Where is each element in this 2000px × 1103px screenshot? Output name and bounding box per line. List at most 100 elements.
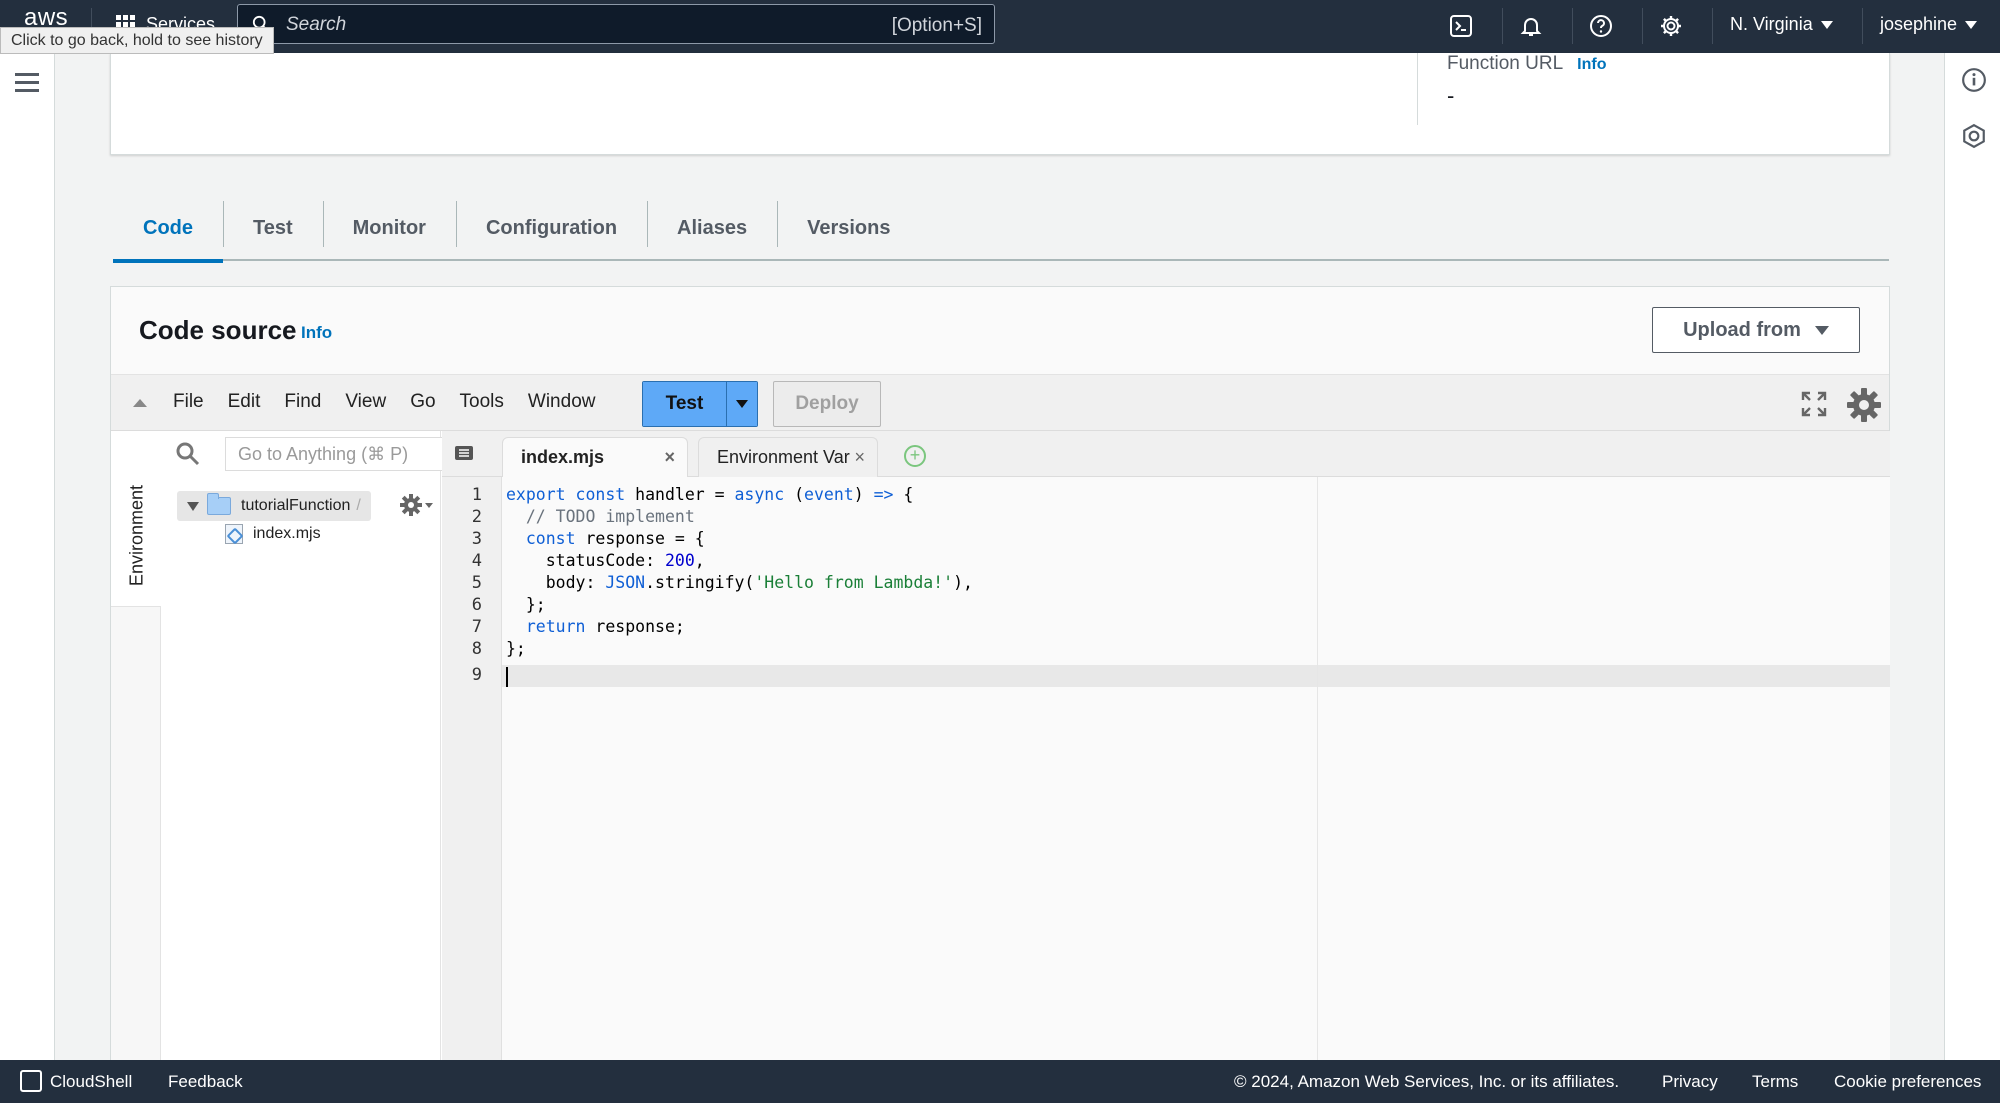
hamburger-icon[interactable]: [15, 73, 39, 93]
code-token: response;: [585, 617, 685, 636]
region-selector[interactable]: N. Virginia: [1730, 14, 1833, 35]
collapse-arrow-icon[interactable]: [133, 399, 147, 407]
code-source-title: Code source: [139, 315, 297, 345]
footer-cookie-preferences-link[interactable]: Cookie preferences: [1834, 1072, 1981, 1092]
region-label: N. Virginia: [1730, 14, 1813, 34]
upload-from-label: Upload from: [1683, 318, 1801, 341]
cloudshell-button[interactable]: [1448, 13, 1474, 39]
menu-tools[interactable]: Tools: [448, 391, 516, 413]
tree-file-index[interactable]: index.mjs: [225, 524, 321, 544]
chevron-down-icon: [1820, 20, 1833, 29]
editor-tab-environment-variables[interactable]: Environment Var ×: [698, 437, 878, 477]
code-token: async: [734, 485, 785, 504]
menu-edit[interactable]: Edit: [216, 391, 273, 413]
text-cursor: [506, 667, 508, 687]
notifications-button[interactable]: [1518, 13, 1544, 39]
overview-divider: [1417, 53, 1418, 125]
search-box[interactable]: [Option+S]: [237, 4, 995, 44]
environment-tab-label: Environment: [126, 485, 147, 587]
editor-tab-label: Environment Var: [717, 447, 850, 467]
search-shortcut: [Option+S]: [891, 15, 982, 36]
nav-divider: [1572, 8, 1573, 44]
footer: CloudShell Feedback © 2024, Amazon Web S…: [0, 1060, 2000, 1103]
menu-find[interactable]: Find: [272, 391, 333, 413]
tree-root-suffix: /: [356, 497, 361, 514]
editor-tab-index-mjs[interactable]: index.mjs ×: [502, 437, 688, 477]
upload-from-button[interactable]: Upload from: [1652, 307, 1860, 353]
footer-privacy-link[interactable]: Privacy: [1662, 1072, 1718, 1092]
code-line-2: // TODO implement: [506, 507, 695, 526]
footer-feedback-link[interactable]: Feedback: [168, 1072, 243, 1092]
gear-icon[interactable]: [1846, 387, 1882, 423]
menu-go[interactable]: Go: [398, 391, 447, 413]
code-token: =>: [873, 485, 894, 504]
cloudshell-icon[interactable]: [20, 1070, 42, 1092]
code-line-5: body: JSON.stringify('Hello from Lambda!…: [506, 573, 973, 592]
code-source-info-link[interactable]: Info: [301, 323, 332, 343]
code-token: return: [525, 617, 586, 636]
account-name: josephine: [1880, 14, 1958, 34]
gear-icon: [1661, 16, 1681, 36]
test-button[interactable]: Test: [643, 382, 726, 426]
tree-root-folder[interactable]: tutorialFunction /: [177, 491, 371, 521]
tab-test[interactable]: Test: [223, 195, 323, 261]
settings-button[interactable]: [1658, 13, 1684, 39]
code-source-header: Code source Info Upload from: [111, 287, 1889, 375]
code-line-8: };: [506, 639, 526, 658]
caret-down-icon[interactable]: [187, 501, 199, 511]
code-token: };: [506, 639, 526, 658]
menu-file[interactable]: File: [161, 391, 216, 413]
footer-terms-link[interactable]: Terms: [1752, 1072, 1798, 1092]
test-dropdown-button[interactable]: [726, 382, 757, 426]
fullscreen-icon[interactable]: [1801, 391, 1827, 417]
folder-icon: [207, 493, 231, 515]
code-token: ),: [953, 573, 973, 592]
editor-tab-bar: index.mjs × Environment Var × +: [442, 431, 1890, 477]
tab-code[interactable]: Code: [113, 195, 223, 263]
go-to-anything-input[interactable]: [225, 437, 479, 471]
help-button[interactable]: [1588, 13, 1614, 39]
code-token: };: [506, 595, 546, 614]
hexagon-icon[interactable]: [1961, 123, 1987, 149]
tree-settings-button[interactable]: [399, 493, 435, 517]
environment-side-tab[interactable]: Environment: [111, 431, 161, 607]
close-icon[interactable]: ×: [664, 447, 675, 468]
help-icon: [1590, 15, 1612, 37]
deploy-button[interactable]: Deploy: [773, 381, 881, 427]
editor-tab-label: index.mjs: [521, 447, 605, 467]
footer-cloudshell-link[interactable]: CloudShell: [50, 1072, 132, 1092]
line-number: 8: [471, 639, 482, 659]
tab-list-icon[interactable]: [454, 445, 474, 461]
menu-window[interactable]: Window: [516, 391, 608, 413]
info-icon[interactable]: [1961, 67, 1987, 93]
top-navigation: aws Services [Option+S] N. Virginia jose…: [0, 0, 2000, 53]
code-token: // TODO implement: [525, 507, 695, 526]
footer-copyright: © 2024, Amazon Web Services, Inc. or its…: [1234, 1072, 1620, 1091]
code-line-6: };: [506, 595, 546, 614]
code-editor[interactable]: 1 2 3 4 5 6 7 8 9 export const handler =…: [442, 477, 1890, 1061]
function-url-info-link[interactable]: Info: [1577, 56, 1606, 73]
tab-configuration[interactable]: Configuration: [455, 195, 647, 261]
code-token: const: [575, 485, 626, 504]
menu-view[interactable]: View: [333, 391, 398, 413]
tab-monitor[interactable]: Monitor: [322, 195, 456, 261]
line-number: 1: [471, 485, 482, 505]
nav-divider: [1642, 8, 1643, 44]
code-token: {: [893, 485, 914, 504]
tab-versions[interactable]: Versions: [777, 195, 920, 261]
code-line-3: const response = {: [506, 529, 705, 548]
close-icon[interactable]: ×: [854, 447, 865, 468]
tab-aliases[interactable]: Aliases: [647, 195, 777, 261]
search-input[interactable]: [286, 13, 826, 37]
code-token: response = {: [575, 529, 705, 548]
code-token: 200: [664, 551, 695, 570]
function-url-label: Function URL Info: [1447, 53, 1607, 75]
code-token: JSON: [605, 573, 646, 592]
account-menu[interactable]: josephine: [1880, 14, 1978, 35]
code-token: 'Hello from Lambda!': [754, 573, 954, 592]
code-token: (: [784, 485, 805, 504]
print-margin: [1317, 477, 1318, 1061]
add-tab-icon[interactable]: +: [904, 445, 926, 467]
